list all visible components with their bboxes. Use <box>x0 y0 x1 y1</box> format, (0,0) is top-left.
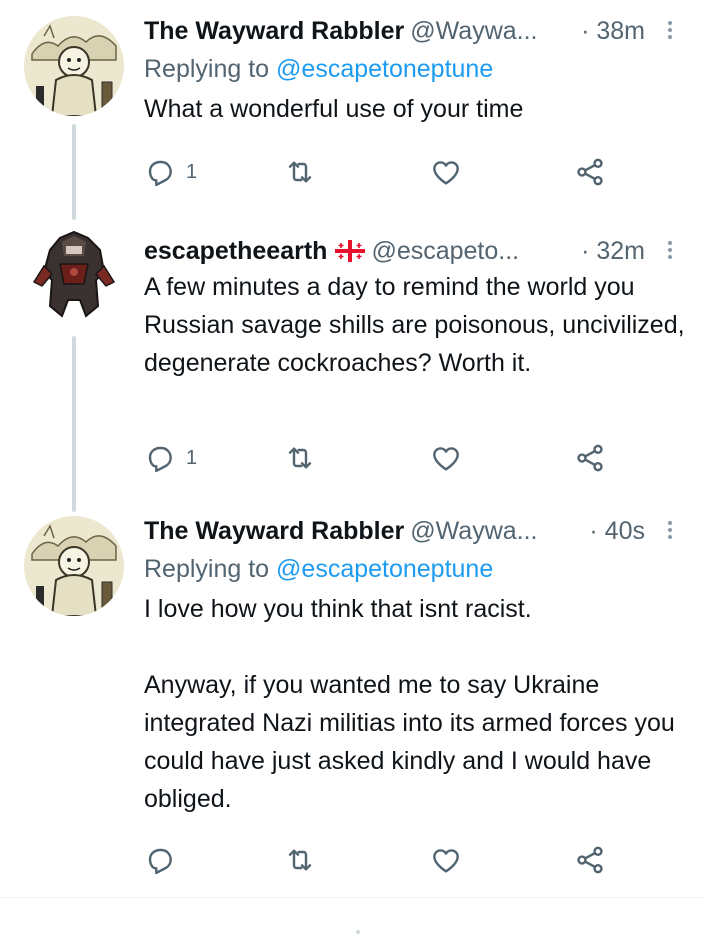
more-icon[interactable] <box>667 238 673 262</box>
replying-to-link[interactable]: @escapetoneptune <box>276 555 493 583</box>
like-icon <box>433 161 459 185</box>
user-handle[interactable]: @Waywa... <box>410 17 537 45</box>
reply-icon <box>148 446 172 473</box>
replying-to: Replying to @escapetoneptune <box>144 552 685 586</box>
display-name[interactable]: escapetheearth <box>144 237 327 265</box>
timestamp[interactable]: · 32m <box>581 234 645 268</box>
share-icon <box>577 846 603 874</box>
timestamp[interactable]: · 40s <box>589 514 645 548</box>
like-button[interactable] <box>430 154 462 190</box>
share-icon <box>577 158 603 186</box>
reply-icon <box>148 160 172 187</box>
reply-button[interactable]: 1 <box>144 154 197 190</box>
georgia-flag-icon <box>335 237 366 271</box>
display-name[interactable]: The Wayward Rabbler <box>144 17 404 45</box>
more-icon[interactable] <box>667 18 673 42</box>
reply-button[interactable]: 1 <box>144 440 197 476</box>
share-icon <box>577 444 603 472</box>
retweet-button[interactable] <box>284 440 316 476</box>
share-button[interactable] <box>574 154 606 190</box>
replying-to-label: Replying to <box>144 555 277 583</box>
tweet[interactable]: The Wayward Rabbler @Waywa... · 38m Reply… <box>0 0 705 200</box>
tweet[interactable]: The Wayward Rabbler @Waywa... · 40s Reply… <box>0 502 705 897</box>
replying-to-link[interactable]: @escapetoneptune <box>276 55 493 83</box>
tweet-text: What a wonderful use of your time <box>144 95 524 123</box>
timestamp[interactable]: · 38m <box>581 14 645 48</box>
tweet-actions: 1 <box>144 154 664 190</box>
like-button[interactable] <box>430 440 462 476</box>
tweet-text: I love how you think that isnt racist. A… <box>144 595 675 813</box>
reply-button[interactable] <box>144 842 186 878</box>
loading-dot <box>356 930 360 934</box>
retweet-icon <box>288 849 312 871</box>
like-icon <box>433 849 459 873</box>
avatar[interactable] <box>24 220 124 320</box>
replying-to-label: Replying to <box>144 55 277 83</box>
user-handle[interactable]: @Waywa... <box>410 517 537 545</box>
avatar[interactable] <box>24 516 124 616</box>
like-button[interactable] <box>430 842 462 878</box>
share-button[interactable] <box>574 842 606 878</box>
share-button[interactable] <box>574 440 606 476</box>
reply-count: 1 <box>186 160 198 183</box>
reply-icon <box>148 848 172 875</box>
retweet-icon <box>288 161 312 183</box>
reply-count: 1 <box>186 446 198 469</box>
avatar[interactable] <box>24 16 124 116</box>
tweet-actions: 1 <box>144 440 664 476</box>
retweet-icon <box>288 447 312 469</box>
cartoon-avatar-image <box>24 16 124 116</box>
armored-figure-avatar-image <box>24 220 124 320</box>
tweet[interactable]: escapetheearth @escapeto... · 32m A few m… <box>0 220 705 500</box>
like-icon <box>433 447 459 471</box>
tweet-actions <box>144 842 664 878</box>
cartoon-avatar-image <box>24 516 124 616</box>
tweet-text: A few minutes a day to remind the world … <box>144 273 692 377</box>
retweet-button[interactable] <box>284 154 316 190</box>
display-name[interactable]: The Wayward Rabbler <box>144 517 404 545</box>
replying-to: Replying to @escapetoneptune <box>144 52 685 86</box>
divider <box>0 897 705 898</box>
more-icon[interactable] <box>667 518 673 542</box>
retweet-button[interactable] <box>284 842 316 878</box>
user-handle[interactable]: @escapeto... <box>371 237 519 265</box>
